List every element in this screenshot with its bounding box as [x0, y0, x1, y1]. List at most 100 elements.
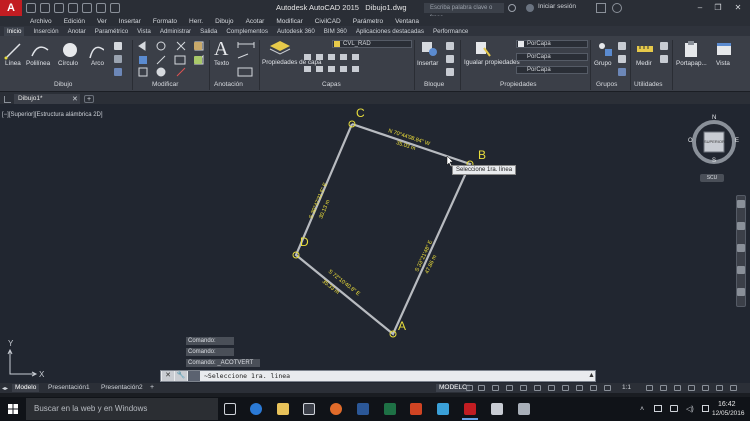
menu-item-parametro[interactable]: Parámetro: [353, 18, 383, 25]
units-icon[interactable]: [674, 385, 681, 391]
undo-icon[interactable]: [96, 3, 106, 13]
wcs-menu[interactable]: SCU: [700, 174, 724, 182]
taskbar-clock-time[interactable]: 16:42: [718, 401, 736, 408]
save-as-icon[interactable]: [68, 3, 78, 13]
color-dropdown[interactable]: PorCapa: [516, 40, 588, 48]
group-button[interactable]: Grupo: [594, 60, 612, 67]
menu-item-formato[interactable]: Formato: [153, 18, 177, 25]
search-icon[interactable]: [508, 4, 516, 12]
maximize-button[interactable]: ❐: [712, 2, 724, 14]
save-icon[interactable]: [54, 3, 64, 13]
match-properties-button[interactable]: Igualar propiedades: [464, 59, 520, 67]
file-explorer-icon[interactable]: [277, 403, 289, 415]
zoom-extents-icon[interactable]: [737, 244, 745, 252]
pan-icon[interactable]: [737, 222, 745, 230]
polar-icon[interactable]: [506, 385, 513, 391]
edge-browser-icon[interactable]: [250, 403, 262, 415]
redo-icon[interactable]: [110, 3, 120, 13]
panel-label-dibujo[interactable]: Dibujo: [54, 81, 72, 88]
explode-icon[interactable]: [194, 42, 202, 50]
layer-properties-button[interactable]: Propiedades de capa: [262, 59, 322, 67]
start-tab-icon[interactable]: [4, 96, 11, 103]
taskbar-clock-date[interactable]: 12/05/2016: [712, 410, 745, 417]
network-icon[interactable]: [654, 405, 662, 412]
autocad-taskbar-icon[interactable]: [464, 403, 476, 415]
group-edit-icon[interactable]: [618, 55, 626, 63]
hardware-acceleration-icon[interactable]: [716, 385, 723, 391]
open-file-icon[interactable]: [40, 3, 50, 13]
panel-label-propiedades[interactable]: Propiedades: [500, 81, 537, 88]
quick-properties-icon[interactable]: [688, 385, 695, 391]
edit-attributes-icon[interactable]: [446, 68, 454, 76]
close-button[interactable]: ✕: [732, 2, 744, 14]
text-icon[interactable]: A: [214, 38, 228, 61]
layer-properties-icon[interactable]: [268, 39, 292, 57]
circle-button[interactable]: Círculo: [58, 60, 78, 67]
tab-vista[interactable]: Vista: [137, 28, 151, 35]
tab-anotar[interactable]: Anotar: [68, 28, 86, 35]
layer-dropdown[interactable]: CVL_RAD: [332, 40, 412, 48]
user-icon[interactable]: [526, 4, 534, 12]
gradient-icon[interactable]: [114, 68, 122, 76]
compass-east-label[interactable]: E: [735, 138, 739, 144]
system-tray-chevron-icon[interactable]: ˄: [640, 406, 644, 413]
measure-icon[interactable]: [636, 42, 654, 56]
menu-item-ver[interactable]: Ver: [97, 18, 107, 25]
lineweight-dropdown[interactable]: PorCapa: [516, 66, 588, 74]
new-tab-button[interactable]: +: [84, 95, 94, 103]
hatch-icon[interactable]: [114, 55, 122, 63]
tab-presentacion2[interactable]: Presentación2: [98, 384, 146, 392]
tab-complementos[interactable]: Complementos: [226, 28, 268, 35]
tab-aplicaciones[interactable]: Aplicaciones destacadas: [356, 28, 424, 35]
tab-performance[interactable]: Performance: [433, 28, 468, 35]
line-button[interactable]: Línea: [5, 60, 21, 67]
powerpoint-icon[interactable]: [410, 403, 422, 415]
workspace-icon[interactable]: [646, 385, 653, 391]
battery-icon[interactable]: [670, 405, 678, 412]
ungroup-icon[interactable]: [618, 42, 626, 50]
autocad-logo-icon[interactable]: A: [0, 0, 22, 16]
minimize-button[interactable]: –: [694, 2, 706, 14]
insert-block-icon[interactable]: [420, 40, 438, 58]
lineweight-icon[interactable]: [548, 385, 555, 391]
word-icon[interactable]: [357, 403, 369, 415]
menu-item-insertar[interactable]: Insertar: [119, 18, 141, 25]
join-icon[interactable]: [194, 56, 202, 64]
help-icon[interactable]: [612, 3, 622, 13]
cad-viewer-icon[interactable]: [518, 403, 530, 415]
grid-icon[interactable]: [466, 385, 473, 391]
compass-north-label[interactable]: N: [712, 115, 716, 121]
text-button[interactable]: Texto: [214, 60, 229, 67]
menu-item-ventana[interactable]: Ventana: [395, 18, 419, 25]
menu-item-modificar[interactable]: Modificar: [276, 18, 302, 25]
transparency-icon[interactable]: [562, 385, 569, 391]
menu-item-edicion[interactable]: Edición: [64, 18, 85, 25]
panel-label-utilidades[interactable]: Utilidades: [634, 81, 663, 88]
tab-dibujo1[interactable]: Dibujo1*: [14, 94, 80, 104]
steering-wheel-icon[interactable]: [737, 200, 745, 208]
plot-icon[interactable]: [82, 3, 92, 13]
view-button[interactable]: Vista: [716, 60, 730, 67]
exchange-icon[interactable]: [596, 3, 606, 13]
osnap-icon[interactable]: [520, 385, 527, 391]
arc-button[interactable]: Arco: [91, 60, 104, 67]
rectangle-icon[interactable]: [114, 42, 122, 50]
sign-in-button[interactable]: Iniciar sesión: [538, 3, 576, 10]
measure-button[interactable]: Medir: [636, 60, 652, 67]
panel-label-modificar[interactable]: Modificar: [152, 81, 178, 88]
tab-modelo[interactable]: Modelo: [12, 384, 40, 392]
menu-item-civilcad[interactable]: CivilCAD: [315, 18, 341, 25]
new-file-icon[interactable]: [26, 3, 36, 13]
group-selection-icon[interactable]: [618, 68, 626, 76]
view-icon[interactable]: [716, 40, 732, 58]
showmotion-icon[interactable]: [737, 288, 745, 296]
compass-west-label[interactable]: O: [688, 138, 693, 144]
menu-item-acotar[interactable]: Acotar: [246, 18, 265, 25]
group-icon[interactable]: [596, 40, 614, 58]
selection-cycling-icon[interactable]: [576, 385, 583, 391]
otrack-icon[interactable]: [534, 385, 541, 391]
command-line[interactable]: ✕ 🔧 ~Seleccione 1ra. linea: [160, 370, 596, 382]
autoscale-icon[interactable]: [604, 385, 611, 391]
menu-item-archivo[interactable]: Archivo: [30, 18, 52, 25]
viewcube-face-label[interactable]: SUPERIOR: [704, 139, 725, 144]
